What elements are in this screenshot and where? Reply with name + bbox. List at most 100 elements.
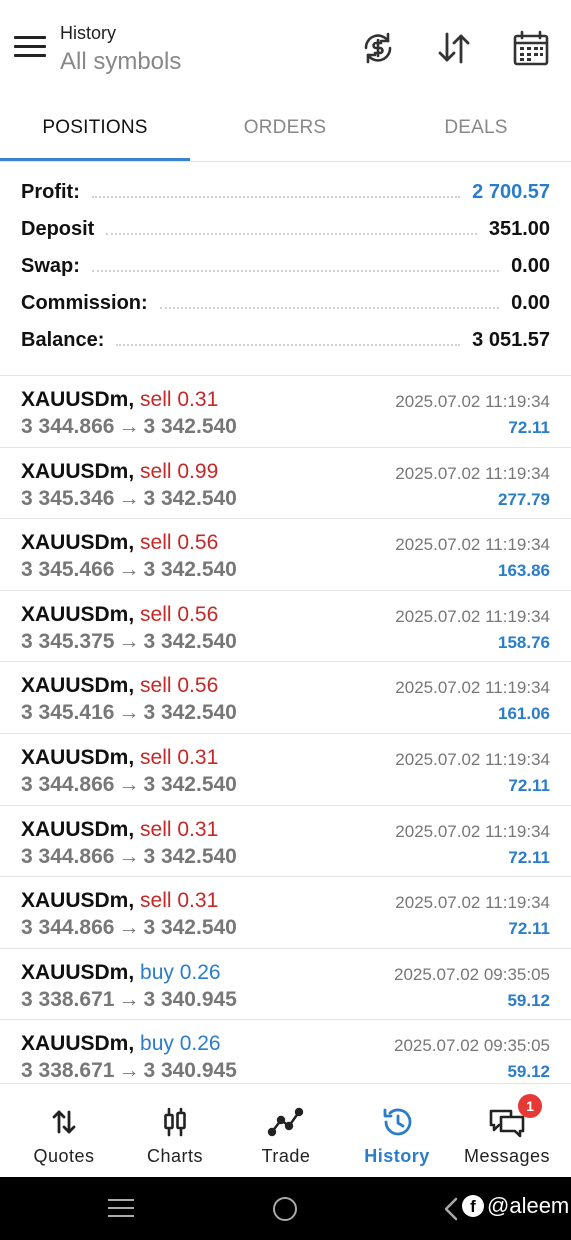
position-time: 2025.07.02 09:35:05 [394,964,550,984]
summary-label: Profit: [21,181,80,203]
nav-trade[interactable]: Trade [229,1084,343,1178]
open-price: 3 345.375 [21,629,115,653]
tab-positions[interactable]: POSITIONS [0,96,190,160]
calendar-icon[interactable] [511,28,551,68]
position-row[interactable]: XAUUSDm, sell 0.31 3 344.866 → 3 342.540 202… [0,806,571,878]
position-prices: 3 344.866 → 3 342.540 [21,916,237,940]
position-symbol: XAUUSDm, sell 0.99 [21,460,218,484]
nav-history[interactable]: History [340,1084,454,1178]
position-type: sell 0.31 [140,745,219,769]
position-row[interactable]: XAUUSDm, sell 0.99 3 345.346 → 3 342.540 202… [0,448,571,520]
position-symbol: XAUUSDm, sell 0.56 [21,531,218,555]
open-price: 3 344.866 [21,772,115,796]
nav-label: Quotes [33,1146,95,1166]
summary-row-commission: Commission: 0.00 [0,285,571,322]
arrow-right-icon: → [118,558,140,582]
symbol-name: XAUUSDm, [21,1032,135,1056]
summary-label: Deposit [21,218,95,240]
arrow-right-icon: → [118,486,140,510]
position-prices: 3 344.866 → 3 342.540 [21,845,237,869]
position-row[interactable]: XAUUSDm, buy 0.26 3 338.671 → 3 340.945 2025… [0,949,571,1021]
dotted-leader [116,343,461,346]
arrow-right-icon: → [118,701,140,725]
tab-orders[interactable]: ORDERS [190,96,380,160]
position-type: sell 0.56 [140,674,219,698]
summary-label: Balance: [21,329,105,351]
position-profit: 72.11 [508,847,550,867]
symbol-filter[interactable]: All symbols [60,46,181,78]
open-price: 3 345.346 [21,486,115,510]
nav-label: Trade [261,1146,311,1166]
symbol-name: XAUUSDm, [21,459,135,483]
back-icon[interactable] [440,1195,460,1223]
position-time: 2025.07.02 11:19:34 [395,678,550,698]
position-time: 2025.07.02 11:19:34 [395,893,550,913]
active-tab-indicator [0,158,190,161]
open-price: 3 338.671 [21,987,115,1011]
history-icon [377,1106,417,1138]
summary-value: 0.00 [511,292,550,314]
close-price: 3 342.540 [143,558,237,582]
position-profit: 72.11 [508,418,550,437]
symbol-name: XAUUSDm, [21,889,135,913]
symbol-name: XAUUSDm, [21,531,135,555]
currency-exchange-icon[interactable] [358,28,398,68]
dotted-leader [91,269,500,272]
position-symbol: XAUUSDm, buy 0.26 [21,961,221,985]
close-price: 3 342.540 [143,844,237,868]
symbol-name: XAUUSDm, [21,388,135,411]
position-time: 2025.07.02 11:19:34 [395,463,550,483]
arrow-right-icon: → [118,987,140,1011]
position-profit: 277.79 [498,489,550,509]
tab-bar: POSITIONS ORDERS DEALS [0,96,571,162]
position-row[interactable]: XAUUSDm, sell 0.31 3 344.866 → 3 342.540 202… [0,376,571,448]
arrow-right-icon: → [118,415,140,438]
position-row[interactable]: XAUUSDm, sell 0.31 3 344.866 → 3 342.540 202… [0,877,571,949]
position-time: 2025.07.02 11:19:34 [395,606,550,626]
position-row[interactable]: XAUUSDm, buy 0.26 3 338.671 → 3 340.945 2025… [0,1020,571,1083]
nav-quotes[interactable]: Quotes [7,1084,121,1178]
position-prices: 3 345.416 → 3 342.540 [21,701,237,725]
summary-value: 351.00 [488,218,550,240]
position-profit: 59.12 [507,1062,550,1082]
position-symbol: XAUUSDm, sell 0.31 [21,388,218,412]
watermark: f @aleem [462,1193,569,1219]
arrow-right-icon: → [118,844,140,868]
open-price: 3 345.466 [21,558,115,582]
position-row[interactable]: XAUUSDm, sell 0.56 3 345.466 → 3 342.540 202… [0,519,571,591]
open-price: 3 345.416 [21,701,115,725]
summary-value: 3 051.57 [472,329,550,351]
title-block: History All symbols [60,22,181,78]
position-profit: 161.06 [498,704,550,724]
arrow-right-icon: → [118,772,140,796]
position-type: sell 0.56 [140,602,219,626]
position-symbol: XAUUSDm, sell 0.56 [21,674,218,698]
position-profit: 72.11 [508,775,550,795]
dotted-leader [106,232,477,235]
nav-messages[interactable]: 1 Messages [450,1084,564,1178]
position-row[interactable]: XAUUSDm, sell 0.56 3 345.416 → 3 342.540 202… [0,662,571,734]
close-price: 3 342.540 [143,629,237,653]
system-navigation-bar: f @aleem [0,1177,571,1240]
tab-deals[interactable]: DEALS [381,96,571,160]
hamburger-menu-icon[interactable] [14,36,46,62]
nav-charts[interactable]: Charts [118,1084,232,1178]
sort-icon[interactable] [434,28,474,68]
position-profit: 72.11 [508,919,550,939]
position-symbol: XAUUSDm, buy 0.26 [21,1032,221,1056]
position-type: sell 0.31 [140,817,219,841]
summary-row-deposit: Deposit 351.00 [0,211,571,248]
positions-list[interactable]: XAUUSDm, sell 0.31 3 344.866 → 3 342.540 202… [0,375,571,1083]
page-subtitle: History [60,23,117,43]
position-prices: 3 338.671 → 3 340.945 [21,988,237,1012]
position-row[interactable]: XAUUSDm, sell 0.56 3 345.375 → 3 342.540 202… [0,591,571,663]
arrow-right-icon: → [118,916,140,940]
home-icon[interactable] [273,1197,297,1221]
position-row[interactable]: XAUUSDm, sell 0.31 3 344.866 → 3 342.540 202… [0,734,571,806]
position-type: sell 0.31 [140,388,219,411]
recent-apps-icon[interactable] [108,1199,134,1223]
symbol-name: XAUUSDm, [21,960,135,984]
close-price: 3 342.540 [143,701,237,725]
position-prices: 3 345.346 → 3 342.540 [21,487,237,511]
dotted-leader [159,306,500,309]
